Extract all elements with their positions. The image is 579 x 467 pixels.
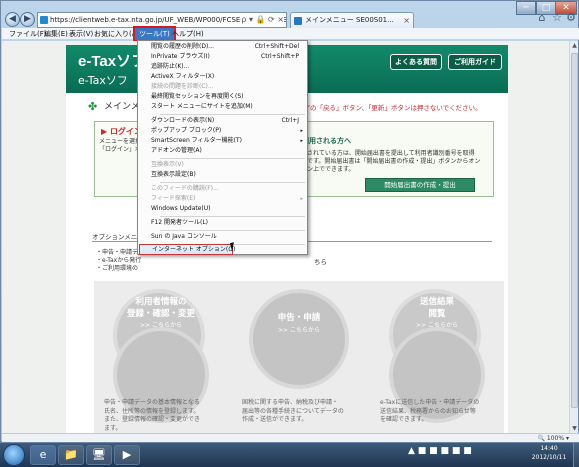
card-results-desc: e-Taxに送信した申告・申請データの 送信結果、税務署からのお知らせ等 を確認… <box>380 399 480 423</box>
menu-separator <box>160 230 305 231</box>
tools-item-compat-settings[interactable]: 互換表示設定(B) <box>139 170 307 180</box>
tab-favicon-icon <box>294 17 302 25</box>
tools-item-compat-view: 互換表示(V) <box>151 161 184 168</box>
card-user-info-desc: 申告・申請データの基本情報となる 氏名、住所等の情報を登録します。 また、登録情… <box>104 399 201 432</box>
start-notification-button[interactable]: 開始届出書の作成・提出 <box>365 178 475 192</box>
tools-item-feed-discovery: フィード探索(E) ▸ <box>151 195 303 202</box>
clock-date: 2012/10/11 <box>531 454 567 461</box>
tools-item-inprivate[interactable]: InPrivate ブラウズ(I) Ctrl+Shift+P <box>139 52 307 62</box>
taskbar-desktop-icon[interactable]: 🖥 <box>86 445 112 465</box>
scroll-down-icon[interactable]: ▼ <box>570 424 579 433</box>
guide-button[interactable]: ご利用ガイド <box>448 54 502 70</box>
login-title: ▶ ログイン <box>101 127 142 136</box>
menu-bar: ファイル(F) 編集(E) 表示(V) お気に入り(A) ツール(T) ヘルプ(… <box>2 26 579 42</box>
settings-gear-icon[interactable]: ⚙ <box>564 11 578 25</box>
menu-help[interactable]: ヘルプ(H) <box>168 28 208 40</box>
card-results-title2: 閲覧 <box>428 309 446 319</box>
taskbar: e 📁 🖥 ▶ ▲ ■ ■ ■ ■ ■ 14:40 2012/10/11 <box>0 442 579 467</box>
start-button[interactable] <box>3 444 25 466</box>
card-declaration-desc: 国税に関する申告、納税及び申請・ 届出等の各種手続きについてデータの 作成・送信… <box>242 399 344 423</box>
tab-main-menu[interactable]: メインメニュー SE00S01... × <box>290 12 414 29</box>
menu-separator <box>160 158 305 159</box>
first-time-text: 出力されている方は、開始届出書を提出して利用者識別番号を取得 可能です。開始届出… <box>295 150 481 173</box>
tools-item-java-console[interactable]: Sun の Java コンソール <box>139 232 307 242</box>
document-arrow-icon <box>249 289 349 389</box>
tools-item-popup-blocker[interactable]: ポップアップ ブロック(P) ▸ <box>139 126 307 136</box>
system-tray[interactable]: ▲ ■ ■ ■ ■ ■ <box>408 446 472 456</box>
card-user-info[interactable]: 利用者情報の 登録・確認・変更 >> こちらから 申告・申請データの基本情報とな… <box>98 281 224 433</box>
tools-item-windows-update[interactable]: Windows Update(U) <box>139 204 307 214</box>
vertical-scrollbar[interactable]: ▲ ▼ <box>569 41 578 433</box>
card-declaration-title: 申告・申請 <box>277 313 321 323</box>
clock-time: 14:40 <box>540 445 558 452</box>
clock[interactable]: 14:40 2012/10/11 <box>527 444 571 462</box>
tools-item-subscribe-feed: このフィードの購読(F)... <box>151 185 219 192</box>
options-link[interactable]: ちら <box>314 256 327 266</box>
back-button[interactable]: ◀ <box>5 12 20 27</box>
forward-button[interactable]: ▶ <box>20 12 35 27</box>
menu-separator <box>160 182 305 183</box>
page-title: メインメ <box>104 102 140 112</box>
card-results[interactable]: 送信結果 閲覧 >> こちらから e-Taxに送信した申告・申請データの 送信結… <box>374 281 500 433</box>
favorites-star-icon[interactable]: ☆ <box>550 11 564 25</box>
tools-item-delete-history[interactable]: 閲覧の履歴の削除(D)... Ctrl+Shift+Del <box>139 42 307 52</box>
taskbar-media-icon[interactable]: ▶ <box>114 445 140 465</box>
show-desktop-button[interactable] <box>573 443 579 467</box>
tools-item-tracking-protection[interactable]: 追跡防止(K)... <box>139 62 307 72</box>
scroll-up-icon[interactable]: ▲ <box>570 41 579 50</box>
header-subtitle: e-Taxソフ <box>78 74 128 87</box>
site-favicon-icon <box>40 16 48 24</box>
tools-menu: 閲覧の履歴の削除(D)... Ctrl+Shift+Del InPrivate ブ… <box>137 40 308 255</box>
tools-item-manage-addons[interactable]: アドオンの管理(A) <box>139 146 307 156</box>
address-bar[interactable]: https://clientweb.e-tax.nta.go.jp/UF_WEB… <box>37 12 287 28</box>
tab-title: メインメニュー SE00S01... <box>305 16 394 24</box>
card-user-info-title: 利用者情報の <box>135 297 187 307</box>
tools-item-activex-filter[interactable]: ActiveX フィルター(X) <box>139 72 307 82</box>
tools-item-add-to-start[interactable]: スタート メニューにサイトを追加(M) <box>139 102 307 112</box>
screen: ─ □ ✕ ◀ ▶ https://clientweb.e-tax.nta.go… <box>0 0 579 467</box>
card-declaration[interactable]: 申告・申請 >> こちらから 国税に関する申告、納税及び申請・ 届出等の各種手続… <box>236 281 362 433</box>
taskbar-ie-icon[interactable]: e <box>30 445 56 465</box>
card-declaration-link[interactable]: >> こちらから <box>236 325 362 334</box>
clover-icon: ✤ <box>88 100 98 113</box>
faq-button[interactable]: よくある質問 <box>390 54 442 70</box>
taskbar-explorer-icon[interactable]: 📁 <box>58 445 84 465</box>
card-user-info-title2: 登録・確認・変更 <box>126 309 195 319</box>
address-bar-icons[interactable]: ρ ▾ 🔒 ⟳ × <box>241 13 284 27</box>
tools-item-smartscreen[interactable]: SmartScreen フィルター機能(T) ▸ <box>139 136 307 146</box>
navigation-bar: ◀ ▶ https://clientweb.e-tax.nta.go.jp/UF… <box>3 11 578 29</box>
scroll-thumb[interactable] <box>571 53 578 408</box>
tools-item-diagnose: 接続の問題を診断(C)... <box>151 83 214 90</box>
browser-window: ─ □ ✕ ◀ ▶ https://clientweb.e-tax.nta.go… <box>0 0 579 443</box>
card-results-title: 送信結果 <box>419 297 454 307</box>
menu-separator <box>160 114 305 115</box>
tools-item-downloads[interactable]: ダウンロードの表示(N) Ctrl+J <box>139 116 307 126</box>
tab-close-icon[interactable]: × <box>403 13 410 28</box>
tools-item-internet-options[interactable]: インターネット オプション(O) <box>139 244 235 255</box>
menu-separator <box>160 216 305 217</box>
home-icon[interactable]: ⌂ <box>535 11 549 25</box>
tools-item-f12-dev-tools[interactable]: F12 開発者ツール(L) <box>139 218 307 228</box>
submenu-arrow-icon: ▸ <box>300 196 303 202</box>
tools-item-reopen-session[interactable]: 最終閲覧セッションを再度開く(S) <box>139 92 307 102</box>
submenu-arrow-icon: ▸ <box>300 128 303 134</box>
submenu-arrow-icon: ▸ <box>300 138 303 144</box>
menu-cards: 利用者情報の 登録・確認・変更 >> こちらから 申告・申請データの基本情報とな… <box>94 281 504 433</box>
